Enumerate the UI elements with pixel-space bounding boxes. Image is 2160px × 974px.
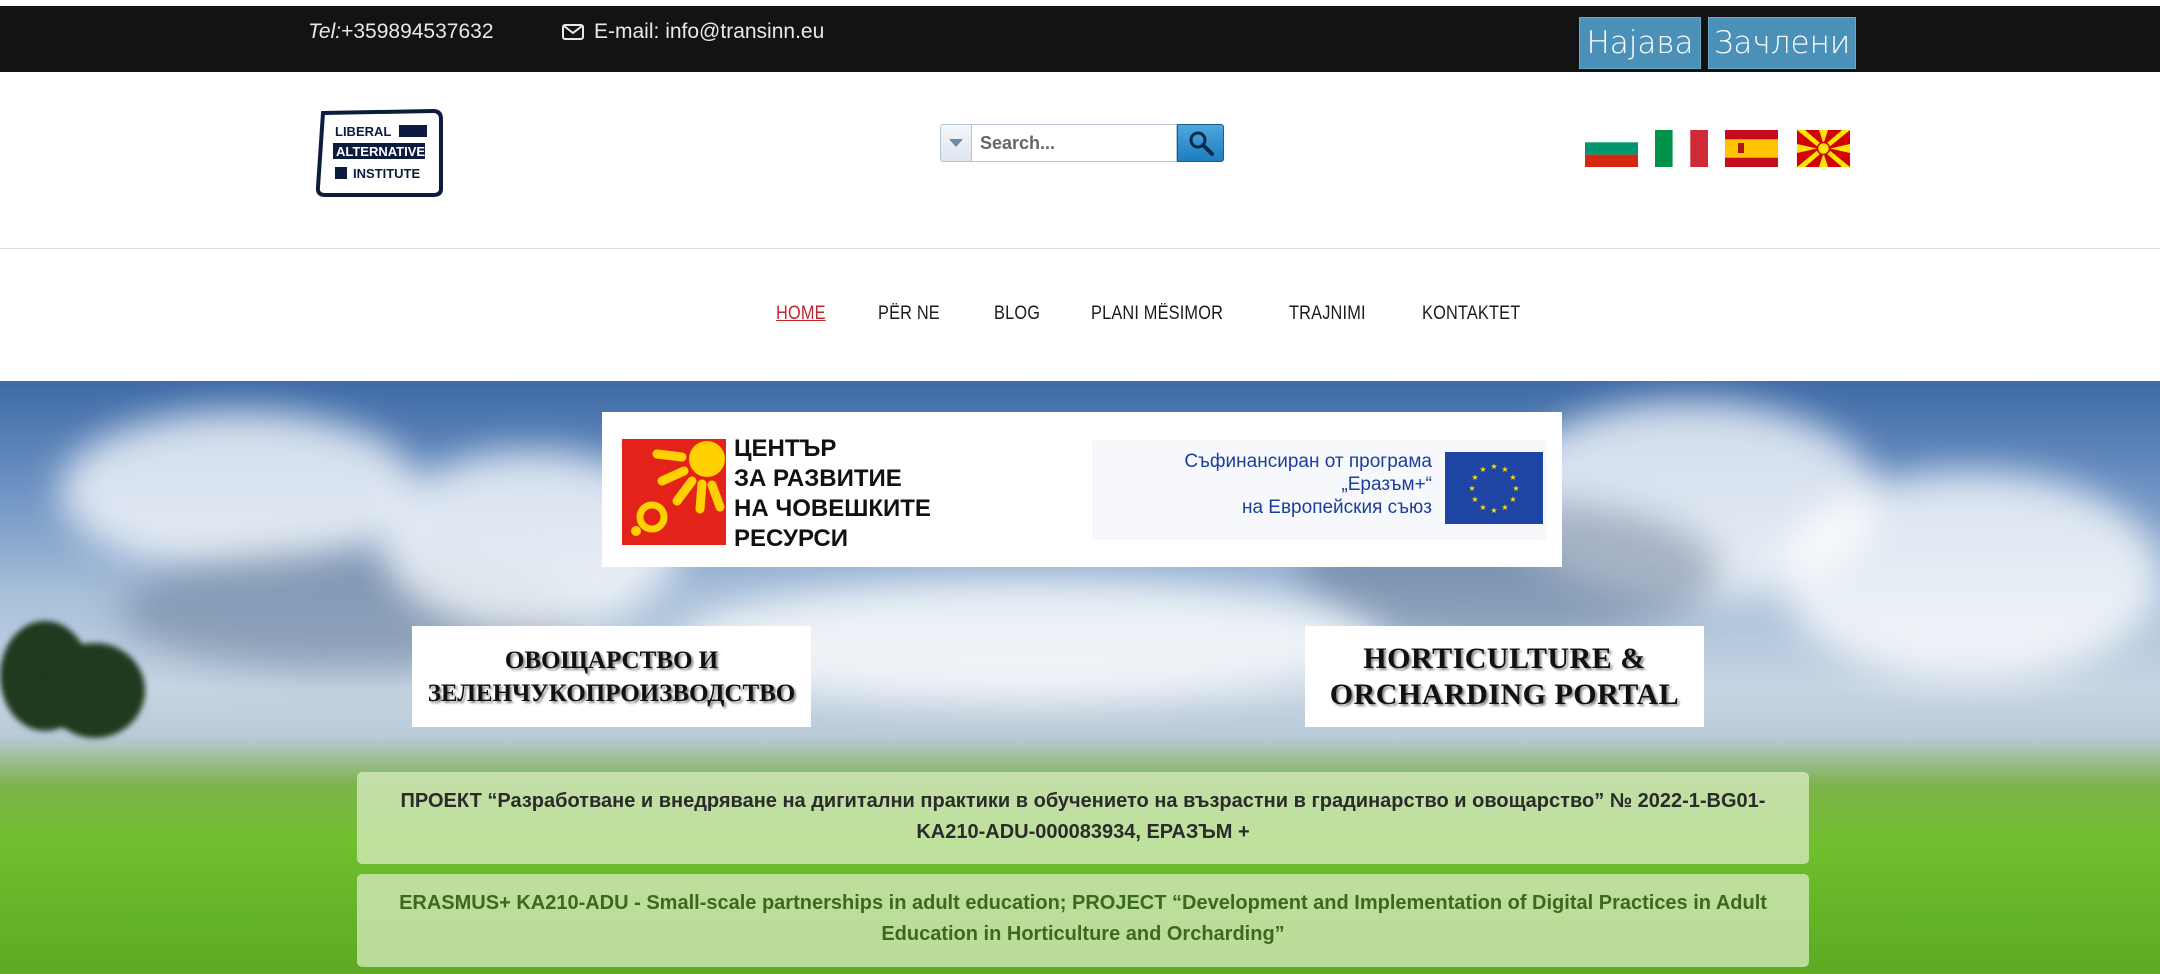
top-contact-bar: Tel:+359894537632 E-mail: info@transinn.… [0, 0, 2160, 72]
title-bulgarian: ОВОЩАРСТВО И ЗЕЛЕНЧУКОПРОИЗВОДСТВО [412, 626, 811, 727]
eu-line: на Европейския съюз [1241, 497, 1432, 518]
logo-line-2: ALTERNATIVE [336, 144, 425, 159]
site-header: LIBERAL ALTERNATIVE INSTITUTE [0, 72, 2160, 249]
bulgaria-flag-icon[interactable] [1585, 130, 1638, 167]
tree-decoration [45, 643, 145, 738]
svg-text:★: ★ [1471, 473, 1478, 482]
eu-flag-icon: ★ ★★ ★★★ ★★★ ★★★ [1445, 452, 1543, 524]
search-bar [940, 124, 1224, 162]
hrdc-line: ЦЕНТЪР [734, 435, 837, 462]
title-english: HORTICULTURE & ORCHARDING PORTAL [1305, 626, 1704, 727]
north-macedonia-flag-icon[interactable] [1797, 130, 1850, 167]
logo-line-1: LIBERAL [335, 124, 391, 139]
svg-text:★: ★ [1468, 484, 1475, 493]
cloud-decoration [60, 411, 420, 571]
title-bg-line: ЗЕЛЕНЧУКОПРОИЗВОДСТВО [427, 679, 796, 707]
phone-contact: Tel:+359894537632 [308, 20, 494, 44]
svg-text:★: ★ [1479, 503, 1486, 512]
eu-line: Съфинансиран от програма [1184, 451, 1432, 472]
svg-text:★: ★ [1509, 495, 1516, 504]
phone-number[interactable]: +359894537632 [341, 20, 493, 43]
eu-cofunded-text: Съфинансиран от програма „Еразъм+“ на Ев… [1102, 450, 1432, 519]
hrdc-line: НА ЧОВЕШКИТЕ [734, 495, 931, 522]
project-description-english: ERASMUS+ KA210-ADU - Small-scale partner… [357, 874, 1809, 967]
search-input[interactable] [972, 124, 1177, 162]
title-en-line: HORTICULTURE & [1363, 641, 1646, 675]
svg-text:★: ★ [1501, 465, 1508, 474]
email-address[interactable]: info@transinn.eu [665, 20, 824, 43]
nav-item-training[interactable]: TRAJNIMI [1289, 303, 1366, 325]
register-button[interactable]: Зачлени [1708, 17, 1856, 69]
hero-section: ЦЕНТЪР ЗА РАЗВИТИЕ НА ЧОВЕШКИТЕ РЕСУРСИ … [0, 381, 2160, 974]
title-en-line: ORCHARDING PORTAL [1329, 677, 1680, 711]
hrdc-line: ЗА РАЗВИТИЕ [734, 465, 902, 492]
spain-flag-icon[interactable] [1725, 130, 1778, 167]
search-icon [1189, 131, 1214, 156]
svg-text:★: ★ [1471, 495, 1478, 504]
nav-item-contacts[interactable]: KONTAKTET [1422, 303, 1520, 325]
eu-line: „Еразъм+“ [1341, 474, 1432, 495]
logo-line-3: INSTITUTE [353, 166, 420, 181]
title-bg-line: ОВОЩАРСТВО И [504, 646, 719, 674]
login-button[interactable]: Најава [1579, 17, 1701, 69]
svg-text:★: ★ [1512, 484, 1519, 493]
eu-cofunded-badge: Съфинансиран от програма „Еразъм+“ на Ев… [1092, 440, 1546, 540]
chevron-down-icon [949, 139, 963, 147]
envelope-icon [562, 24, 584, 40]
project-description-bulgarian: ПРОЕКТ “Разработване и внедряване на диг… [357, 772, 1809, 864]
main-navigation: HOME PËR NE BLOG PLANI MËSIMOR TRAJNIMI … [0, 249, 2160, 381]
phone-label: Tel: [308, 20, 342, 43]
liberal-alternative-institute-logo[interactable]: LIBERAL ALTERNATIVE INSTITUTE [315, 109, 443, 197]
search-button[interactable] [1177, 124, 1224, 162]
italy-flag-icon[interactable] [1655, 130, 1708, 167]
partner-logos-banner: ЦЕНТЪР ЗА РАЗВИТИЕ НА ЧОВЕШКИТЕ РЕСУРСИ … [602, 412, 1562, 567]
hrdc-sun-logo [622, 439, 726, 545]
cloud-decoration [1780, 471, 2160, 681]
nav-item-blog[interactable]: BLOG [994, 303, 1040, 325]
search-options-dropdown[interactable] [940, 124, 972, 162]
nav-item-about[interactable]: PËR NE [878, 303, 940, 325]
svg-text:★: ★ [1490, 462, 1497, 471]
svg-text:★: ★ [1501, 503, 1508, 512]
hrdc-name: ЦЕНТЪР ЗА РАЗВИТИЕ НА ЧОВЕШКИТЕ РЕСУРСИ [734, 434, 931, 554]
svg-text:★: ★ [1509, 473, 1516, 482]
nav-item-home[interactable]: HOME [776, 303, 826, 325]
email-label: E-mail: [594, 20, 660, 43]
email-contact: E-mail: info@transinn.eu [562, 20, 824, 44]
hrdc-line: РЕСУРСИ [734, 525, 848, 552]
nav-item-curriculum[interactable]: PLANI MËSIMOR [1091, 303, 1223, 325]
svg-text:★: ★ [1479, 465, 1486, 474]
svg-text:★: ★ [1490, 506, 1497, 515]
